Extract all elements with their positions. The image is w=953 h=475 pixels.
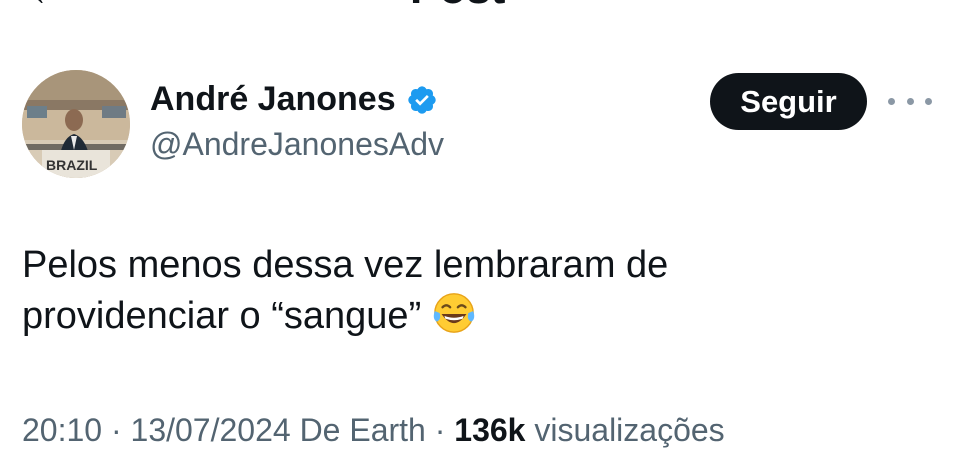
author-handle[interactable]: @AndreJanonesAdv (150, 126, 444, 163)
views-count[interactable]: 136k (454, 412, 525, 448)
more-dot (925, 97, 932, 105)
display-name-text: André Janones (150, 80, 396, 118)
avatar-photo: BRAZIL (22, 70, 130, 178)
face-with-tears-of-joy-icon (433, 293, 475, 333)
tweet-line-2: providenciar o “sangue” (22, 290, 922, 341)
more-dot (906, 97, 914, 105)
author-display-name[interactable]: André Janones (150, 80, 438, 119)
back-arrow-icon[interactable]: ← (28, 0, 68, 15)
views-label: visualizações (525, 412, 725, 448)
post-time[interactable]: 20:10 (22, 412, 102, 448)
more-dot (888, 97, 895, 105)
tweet-meta: 20:10 · 13/07/2024 De Earth · 136k visua… (22, 412, 725, 449)
tweet-line-2-text: providenciar o “sangue” (22, 295, 422, 337)
avatar-label: BRAZIL (46, 157, 98, 173)
avatar[interactable]: BRAZIL (22, 70, 130, 178)
verified-badge-icon (407, 85, 436, 114)
post-date[interactable]: 13/07/2024 (131, 412, 291, 448)
page-title: Post (410, 0, 505, 14)
top-nav-bar: ← Post (0, 0, 953, 16)
follow-button[interactable]: Seguir (710, 73, 867, 130)
separator-dot: · (425, 412, 455, 448)
tweet-text: Pelos menos dessa vez lembraram de provi… (22, 240, 922, 341)
post-source: De Earth (290, 412, 426, 448)
tweet-line-1: Pelos menos dessa vez lembraram de (22, 244, 669, 286)
more-options-icon[interactable] (888, 88, 932, 114)
separator-dot: · (102, 412, 131, 448)
